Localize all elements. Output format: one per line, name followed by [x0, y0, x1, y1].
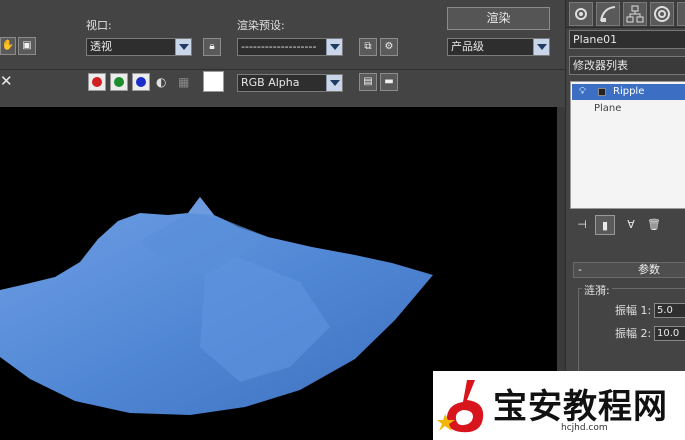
chevron-down-icon[interactable]: [175, 39, 191, 55]
background-color-swatch[interactable]: [203, 71, 224, 92]
watermark-title: 宝安教程网: [493, 387, 668, 427]
environment-gear-icon[interactable]: ⚙: [380, 38, 398, 56]
lock-icon[interactable]: 🔒︎: [203, 38, 221, 56]
toolbar-divider: [0, 69, 565, 70]
chevron-down-icon[interactable]: [326, 75, 342, 91]
blue-channel-button[interactable]: [132, 73, 150, 91]
remove-modifier-icon[interactable]: 🗑︎: [644, 215, 664, 235]
pin-stack-icon[interactable]: ⊣: [572, 215, 592, 235]
stack-toolbar: ⊣ ▮ ∀ 🗑︎: [566, 210, 685, 240]
lightbulb-icon[interactable]: 💡︎: [579, 84, 586, 100]
render-preset-value: -------------------: [241, 40, 317, 53]
expand-toggle-icon[interactable]: [598, 88, 606, 96]
rollout-collapse-toggle[interactable]: -: [578, 263, 582, 277]
command-panel-tabs: [566, 0, 685, 28]
site-watermark: 宝安教程网 hcjhd.com: [433, 371, 685, 440]
object-name-field[interactable]: Plane01: [569, 30, 685, 49]
create-tab-icon[interactable]: [569, 2, 593, 26]
chevron-down-icon[interactable]: [533, 39, 549, 55]
monochrome-icon[interactable]: ▦: [178, 75, 189, 89]
make-unique-icon[interactable]: ∀: [621, 215, 641, 235]
show-end-result-icon[interactable]: ▮: [595, 215, 615, 235]
render-preset-dropdown[interactable]: -------------------: [237, 38, 343, 56]
modify-tab-icon[interactable]: [596, 2, 620, 26]
green-dot-icon: [114, 77, 124, 87]
render-preset-label: 渲染预设:: [237, 19, 285, 32]
watermark-url: hcjhd.com: [561, 423, 608, 433]
display-tab-icon[interactable]: [677, 2, 685, 26]
modifier-stack-list[interactable]: 💡︎ Ripple Plane: [570, 81, 685, 209]
alpha-channel-icon[interactable]: ◐: [156, 75, 166, 89]
toggle-ui-overlay-icon[interactable]: ▤: [359, 73, 377, 91]
chevron-down-icon[interactable]: [326, 39, 342, 55]
stack-item-label: Ripple: [613, 86, 645, 97]
ripple-group-label: 涟漪:: [582, 282, 612, 298]
toggle-ui-icon[interactable]: ▬: [380, 73, 398, 91]
amplitude-1-label: 振幅 1:: [615, 304, 652, 317]
amplitude-2-label: 振幅 2:: [615, 327, 652, 340]
close-icon[interactable]: ✕: [0, 72, 13, 90]
pan-hand-icon[interactable]: ✋: [0, 37, 16, 55]
render-quality-value: 产品级: [451, 40, 484, 53]
stack-item-plane[interactable]: Plane: [572, 101, 685, 117]
red-dot-icon: [92, 77, 102, 87]
viewport-label: 视口:: [86, 19, 112, 32]
stack-item-ripple[interactable]: 💡︎ Ripple: [572, 84, 685, 100]
motion-tab-icon[interactable]: [650, 2, 674, 26]
display-channel-value: RGB Alpha: [241, 76, 300, 89]
viewport-dropdown-value: 透视: [90, 40, 112, 53]
render-quality-dropdown[interactable]: 产品级: [447, 38, 550, 56]
clone-window-icon[interactable]: ▣: [18, 37, 36, 55]
stack-item-label: Plane: [594, 103, 622, 114]
rollout-title: 参数: [638, 263, 660, 276]
render-setup-icon[interactable]: ⧉: [359, 38, 377, 56]
modifier-list-dropdown[interactable]: 修改器列表: [569, 56, 685, 75]
rollout-header[interactable]: - 参数: [573, 262, 685, 278]
viewport-dropdown[interactable]: 透视: [86, 38, 192, 56]
amplitude-2-spinner[interactable]: 10.0: [654, 326, 685, 341]
render-button[interactable]: 渲染: [447, 7, 550, 30]
green-channel-button[interactable]: [110, 73, 128, 91]
red-channel-button[interactable]: [88, 73, 106, 91]
display-channel-dropdown[interactable]: RGB Alpha: [237, 74, 343, 92]
blue-dot-icon: [136, 77, 146, 87]
mesh-peak: [188, 197, 214, 215]
site-logo-icon: [437, 380, 484, 433]
amplitude-1-spinner[interactable]: 5.0: [654, 303, 685, 318]
hierarchy-tab-icon[interactable]: [623, 2, 647, 26]
